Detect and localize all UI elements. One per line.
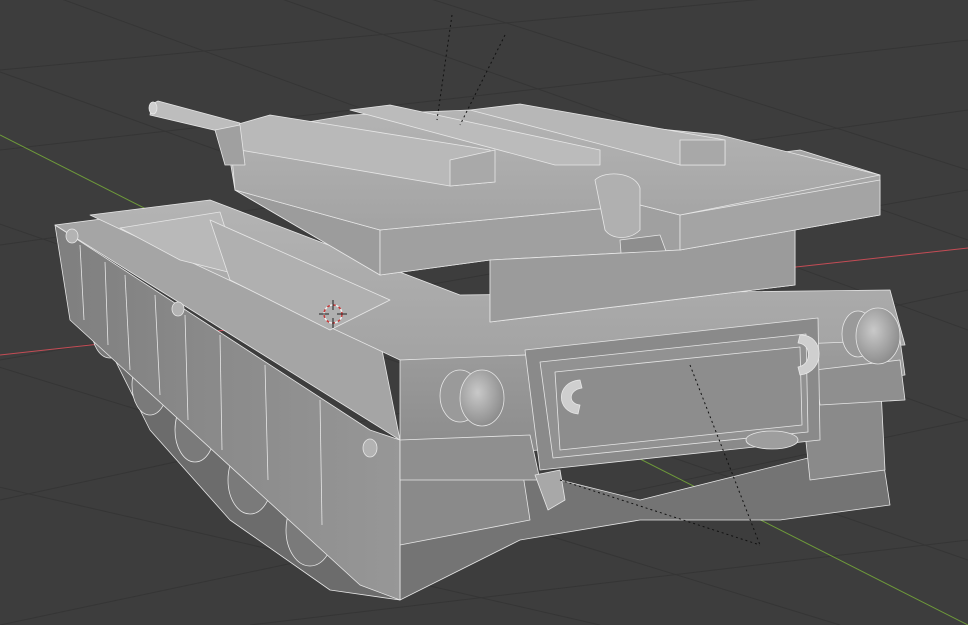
gun-barrel [148, 100, 246, 166]
rear-light-left [439, 369, 505, 427]
3d-viewport[interactable] [0, 0, 968, 625]
tank-mesh[interactable] [54, 100, 906, 601]
viewport-canvas[interactable] [0, 0, 968, 625]
tow-hook [745, 430, 799, 450]
